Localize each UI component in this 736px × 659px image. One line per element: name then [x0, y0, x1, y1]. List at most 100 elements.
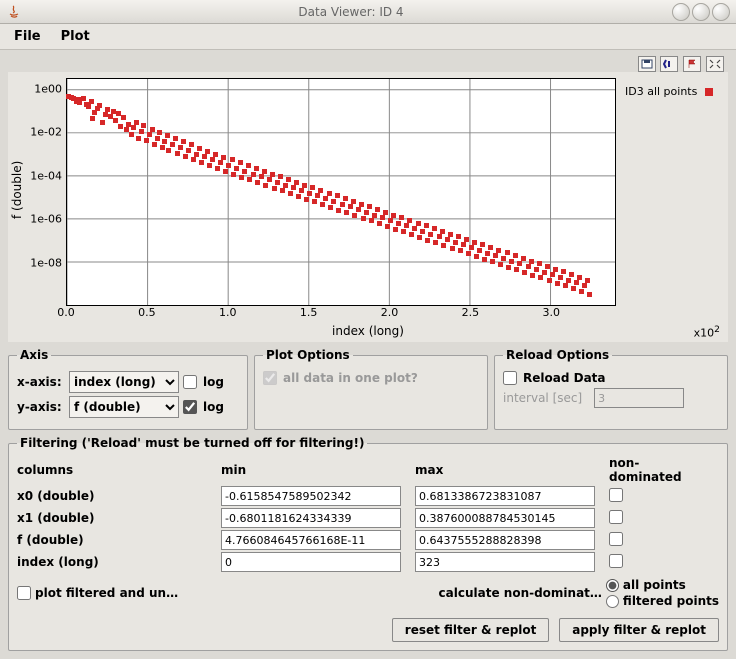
- filter-nd-checkbox[interactable]: [609, 532, 623, 546]
- x-axis-select[interactable]: index (long): [69, 371, 179, 393]
- data-point: [477, 248, 482, 253]
- data-point: [425, 238, 430, 243]
- maximize-button[interactable]: [692, 3, 710, 21]
- y-axis-ticks: 1e001e-021e-041e-061e-08: [26, 78, 66, 306]
- flag-icon[interactable]: [683, 56, 701, 72]
- data-point: [270, 172, 275, 177]
- data-point: [81, 96, 86, 101]
- filter-max-input[interactable]: [415, 530, 595, 550]
- x-axis-exponent: x102: [694, 324, 720, 340]
- data-point: [458, 248, 463, 253]
- data-point: [331, 199, 336, 204]
- interval-input: [594, 388, 684, 408]
- data-point: [561, 269, 566, 274]
- data-point: [388, 218, 393, 223]
- reset-zoom-icon[interactable]: [660, 56, 678, 72]
- data-point: [364, 210, 369, 215]
- data-point: [238, 160, 243, 165]
- filter-min-input[interactable]: [221, 486, 401, 506]
- filter-row-name: index (long): [17, 555, 217, 569]
- close-button[interactable]: [712, 3, 730, 21]
- filter-min-input[interactable]: [221, 552, 401, 572]
- legend-marker: [705, 88, 713, 96]
- x-axis-label-text: x-axis:: [17, 375, 65, 389]
- data-point: [351, 199, 356, 204]
- data-point: [160, 145, 165, 150]
- data-point: [121, 115, 126, 120]
- x-log-label[interactable]: log: [203, 375, 224, 389]
- data-point: [100, 120, 105, 125]
- data-point: [304, 197, 309, 202]
- filter-max-input[interactable]: [415, 486, 595, 506]
- data-point: [420, 229, 425, 234]
- data-point: [445, 237, 450, 242]
- data-point: [538, 275, 543, 280]
- data-point: [464, 237, 469, 242]
- data-point: [401, 229, 406, 234]
- all-data-label: all data in one plot?: [283, 371, 418, 385]
- window-titlebar: Data Viewer: ID 4: [0, 0, 736, 24]
- plot-filtered-checkbox[interactable]: [17, 586, 31, 600]
- save-icon[interactable]: [638, 56, 656, 72]
- data-point: [239, 175, 244, 180]
- x-log-checkbox[interactable]: [183, 375, 197, 389]
- data-point: [105, 107, 110, 112]
- data-point: [280, 188, 285, 193]
- apply-filter-button[interactable]: apply filter & replot: [559, 618, 719, 642]
- x-tick-label: 3.0: [543, 306, 561, 319]
- reload-label[interactable]: Reload Data: [523, 371, 606, 385]
- data-point: [433, 240, 438, 245]
- data-point: [242, 169, 247, 174]
- data-point: [534, 267, 539, 272]
- data-point: [328, 205, 333, 210]
- menubar: File Plot: [0, 24, 736, 50]
- data-point: [404, 223, 409, 228]
- plot-filtered-label[interactable]: plot filtered and un…: [35, 586, 178, 600]
- data-point: [417, 235, 422, 240]
- data-point: [230, 157, 235, 162]
- reset-filter-button[interactable]: reset filter & replot: [392, 618, 550, 642]
- data-point: [424, 223, 429, 228]
- filter-max-input[interactable]: [415, 508, 595, 528]
- data-point: [498, 262, 503, 267]
- radio-all-points[interactable]: [606, 579, 619, 592]
- data-point: [327, 191, 332, 196]
- data-point: [391, 213, 396, 218]
- y-log-checkbox[interactable]: [183, 400, 197, 414]
- data-point: [152, 142, 157, 147]
- filter-nd-checkbox[interactable]: [609, 488, 623, 502]
- filter-min-input[interactable]: [221, 530, 401, 550]
- filter-min-input[interactable]: [221, 508, 401, 528]
- nd-header: non-dominated: [609, 456, 689, 484]
- filter-nd-checkbox[interactable]: [609, 510, 623, 524]
- y-log-label[interactable]: log: [203, 400, 224, 414]
- plot-options-title: Plot Options: [263, 348, 353, 362]
- y-axis-select[interactable]: f (double): [69, 396, 179, 418]
- minimize-button[interactable]: [672, 3, 690, 21]
- data-point: [461, 242, 466, 247]
- menu-file[interactable]: File: [4, 27, 51, 46]
- data-point: [558, 275, 563, 280]
- filter-max-input[interactable]: [415, 552, 595, 572]
- data-point: [223, 169, 228, 174]
- data-point: [255, 180, 260, 185]
- scatter-plot[interactable]: ID3 all points: [66, 78, 616, 306]
- data-point: [506, 265, 511, 270]
- data-point: [453, 240, 458, 245]
- data-point: [262, 169, 267, 174]
- radio-filtered-points[interactable]: [606, 595, 619, 608]
- expand-icon[interactable]: [706, 56, 724, 72]
- x-axis-label: index (long): [8, 324, 728, 338]
- data-point: [323, 196, 328, 201]
- reload-checkbox[interactable]: [503, 371, 517, 385]
- data-point: [585, 278, 590, 283]
- filter-nd-checkbox[interactable]: [609, 554, 623, 568]
- data-point: [254, 166, 259, 171]
- data-point: [377, 221, 382, 226]
- data-point: [173, 136, 178, 141]
- data-point: [555, 281, 560, 286]
- data-point: [267, 177, 272, 182]
- data-point: [283, 183, 288, 188]
- y-tick-label: 1e-08: [30, 256, 62, 269]
- menu-plot[interactable]: Plot: [51, 27, 100, 46]
